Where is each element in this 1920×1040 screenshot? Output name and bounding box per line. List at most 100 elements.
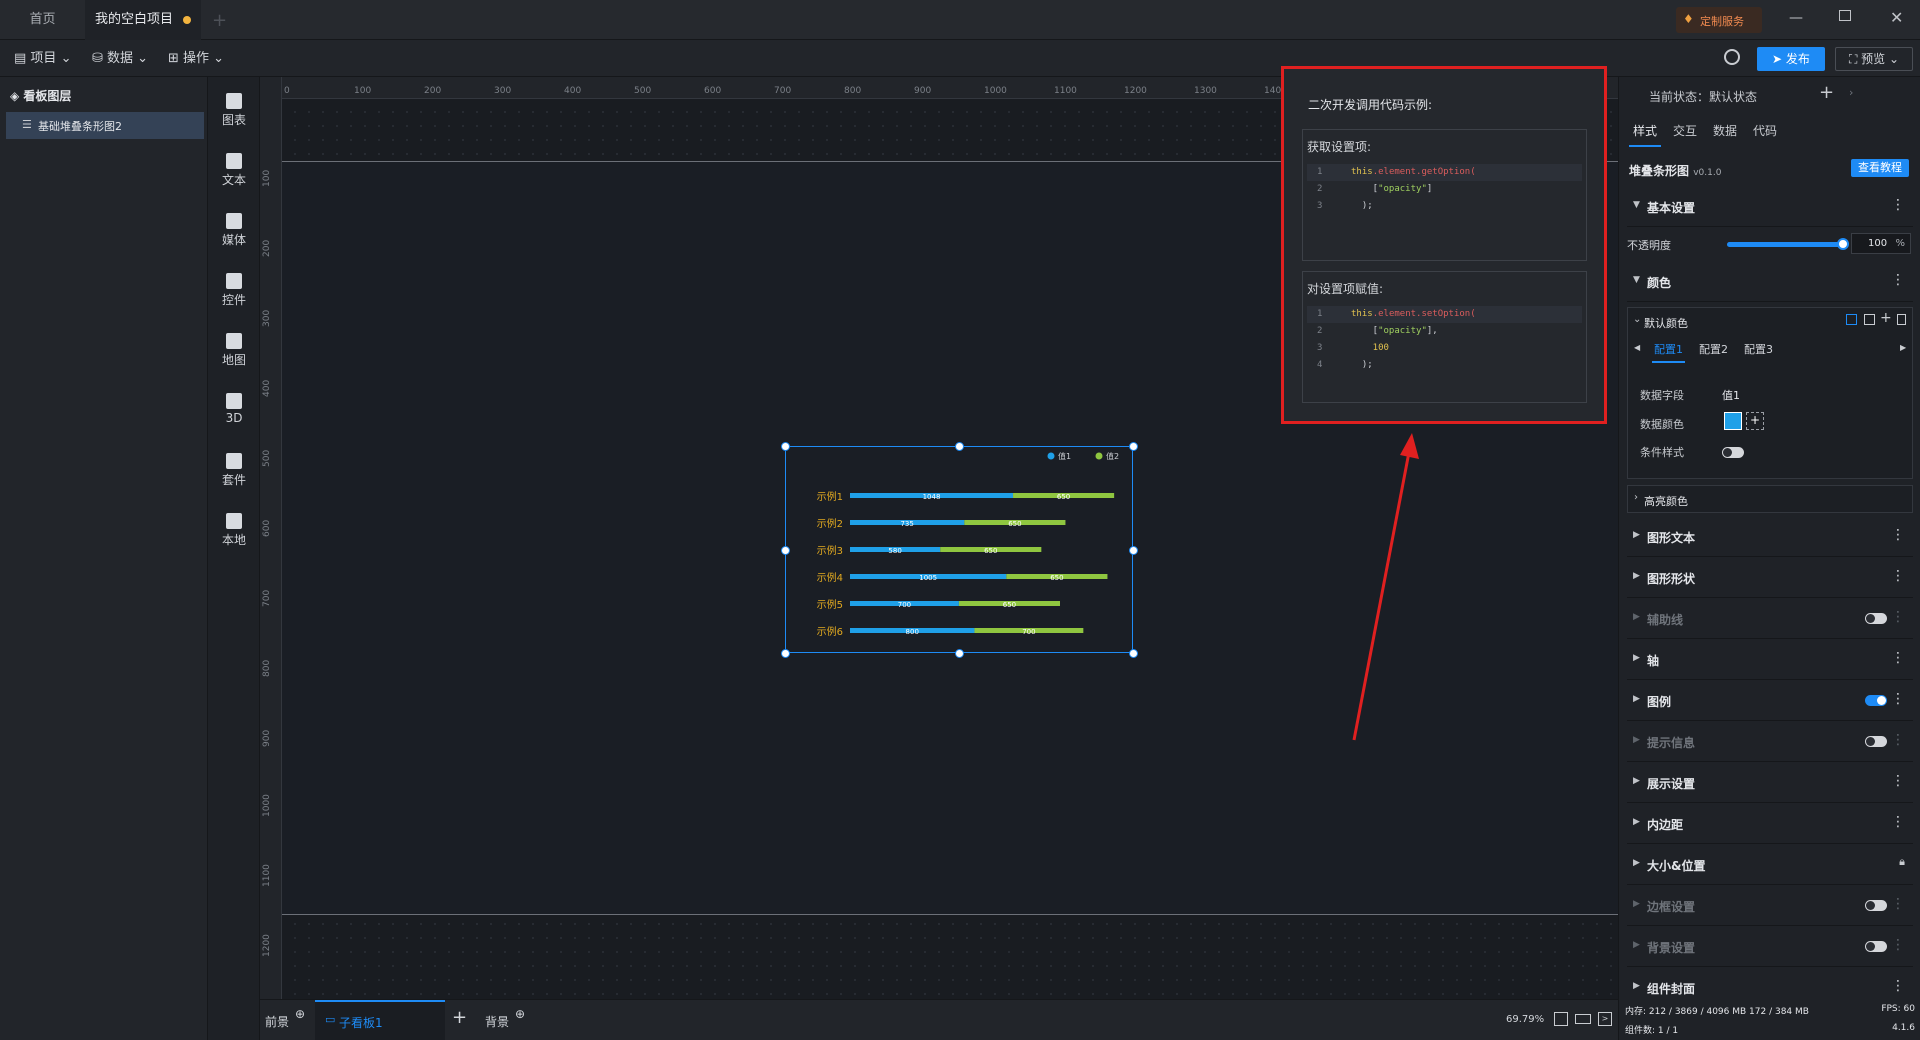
add-icon[interactable]: + bbox=[1880, 310, 1892, 326]
section-row[interactable]: ▶ 轴 ⋮ bbox=[1627, 640, 1913, 680]
section-toggle[interactable] bbox=[1865, 900, 1887, 911]
section-toggle[interactable] bbox=[1865, 941, 1887, 952]
section-toggle[interactable] bbox=[1865, 613, 1887, 624]
search-icon[interactable] bbox=[1724, 49, 1740, 65]
resize-handle[interactable] bbox=[781, 442, 790, 451]
menu-operate[interactable]: ⊞ 操作 ⌄ bbox=[168, 40, 224, 77]
section-row[interactable]: ▶ 图形形状 ⋮ bbox=[1627, 558, 1913, 598]
config-tab[interactable]: 配置1 bbox=[1652, 341, 1685, 363]
more-icon[interactable]: ⋮ bbox=[1891, 978, 1905, 994]
more-icon[interactable]: ⋮ bbox=[1891, 197, 1905, 213]
resize-handle[interactable] bbox=[1129, 442, 1138, 451]
resize-handle[interactable] bbox=[955, 649, 964, 658]
property-tab[interactable]: 交互 bbox=[1669, 122, 1701, 145]
tool-local[interactable]: 本地 bbox=[208, 507, 260, 557]
opacity-slider[interactable] bbox=[1727, 238, 1849, 250]
get-option-code[interactable]: 1 this.element.getOption(2 ["opacity"] 3 )… bbox=[1307, 164, 1582, 215]
add-color-button[interactable]: + bbox=[1746, 412, 1764, 430]
section-color[interactable]: ▼ 颜色 ⋮ bbox=[1627, 262, 1913, 302]
preview-button[interactable]: ⛶ 预览 ⌄ bbox=[1835, 47, 1913, 71]
more-icon[interactable]: ⋮ bbox=[1891, 814, 1905, 830]
highlight-color-row[interactable]: › 高亮颜色 bbox=[1627, 485, 1913, 513]
layout-icon[interactable] bbox=[1864, 314, 1875, 325]
legend-marker[interactable] bbox=[1047, 452, 1055, 460]
section-row[interactable]: ▶ 提示信息 ⋮ bbox=[1627, 722, 1913, 762]
color-swatch[interactable] bbox=[1724, 412, 1742, 430]
config-prev-icon[interactable]: ◀ bbox=[1634, 343, 1640, 352]
opacity-input[interactable]: 100 % bbox=[1851, 233, 1911, 254]
tool-bar-chart[interactable]: 图表 bbox=[208, 87, 260, 137]
legend-label[interactable]: 值2 bbox=[1106, 451, 1119, 461]
section-row[interactable]: ▶ 内边距 ⋮ bbox=[1627, 804, 1913, 844]
more-icon[interactable]: ⋮ bbox=[1891, 937, 1905, 953]
property-tab[interactable]: 数据 bbox=[1709, 122, 1741, 145]
condition-style-toggle[interactable] bbox=[1722, 447, 1744, 458]
tool-media[interactable]: 媒体 bbox=[208, 207, 260, 257]
set-option-code[interactable]: 1 this.element.setOption(2 ["opacity"], 3 … bbox=[1307, 306, 1582, 374]
tool-map[interactable]: 地图 bbox=[208, 327, 260, 377]
more-icon[interactable]: ⋮ bbox=[1891, 732, 1905, 748]
more-icon[interactable]: ⋮ bbox=[1891, 272, 1905, 288]
more-icon[interactable]: ⋮ bbox=[1891, 527, 1905, 543]
table-icon[interactable] bbox=[1846, 314, 1857, 325]
sub-board-tab[interactable]: ▭ 子看板1 bbox=[315, 1000, 445, 1040]
data-field-value[interactable]: 值1 bbox=[1722, 387, 1740, 403]
section-row[interactable]: ▶ 图例 ⋮ bbox=[1627, 681, 1913, 721]
more-icon[interactable]: ⋮ bbox=[1891, 773, 1905, 789]
config-next-icon[interactable]: ▶ bbox=[1900, 343, 1906, 352]
layer-item[interactable]: ☰ 基础堆叠条形图2 bbox=[6, 112, 204, 139]
keyboard-icon[interactable] bbox=[1575, 1014, 1591, 1024]
tutorial-button[interactable]: 查看教程 bbox=[1851, 159, 1909, 177]
service-button[interactable]: ♦ 定制服务 bbox=[1676, 7, 1762, 33]
front-layer-tab[interactable]: 前景 ⊕ bbox=[265, 1007, 305, 1030]
config-tab[interactable]: 配置3 bbox=[1742, 341, 1775, 361]
fit-screen-icon[interactable] bbox=[1554, 1012, 1568, 1026]
terminal-icon[interactable]: > bbox=[1598, 1012, 1612, 1026]
tool-cube[interactable]: 3D bbox=[208, 387, 260, 437]
tab-project[interactable]: 我的空白项目 bbox=[85, 0, 201, 40]
resize-handle[interactable] bbox=[1129, 545, 1138, 555]
section-row[interactable]: ▶ 展示设置 ⋮ bbox=[1627, 763, 1913, 803]
resize-handle[interactable] bbox=[781, 545, 790, 555]
new-tab-icon[interactable]: + bbox=[212, 10, 227, 31]
section-toggle[interactable] bbox=[1865, 695, 1887, 706]
section-row[interactable]: ▶ 大小&位置 🔒︎ bbox=[1627, 845, 1913, 885]
property-tab[interactable]: 代码 bbox=[1749, 122, 1781, 145]
section-row[interactable]: ▶ 边框设置 ⋮ bbox=[1627, 886, 1913, 926]
menu-data[interactable]: ⛁ 数据 ⌄ bbox=[92, 40, 148, 77]
more-icon[interactable]: ⋮ bbox=[1891, 568, 1905, 584]
legend-label[interactable]: 值1 bbox=[1058, 451, 1071, 461]
back-layer-tab[interactable]: 背景 ⊕ bbox=[485, 1007, 525, 1030]
resize-handle[interactable] bbox=[1129, 649, 1138, 658]
menu-project[interactable]: ▤ 项目 ⌄ bbox=[14, 40, 71, 77]
section-basic-settings[interactable]: ▼ 基本设置 ⋮ bbox=[1627, 187, 1913, 227]
more-icon[interactable]: ⋮ bbox=[1891, 896, 1905, 912]
section-toggle[interactable] bbox=[1865, 736, 1887, 747]
chevron-right-icon[interactable]: › bbox=[1849, 86, 1853, 99]
tab-home[interactable]: 首页 bbox=[0, 0, 85, 40]
opacity-slider-knob[interactable] bbox=[1837, 238, 1849, 250]
zoom-level[interactable]: 69.79% bbox=[1506, 1014, 1544, 1025]
resize-handle[interactable] bbox=[955, 442, 964, 451]
minimize-icon[interactable]: — bbox=[1789, 10, 1803, 26]
more-icon[interactable]: ⋮ bbox=[1891, 691, 1905, 707]
more-icon[interactable]: ⋮ bbox=[1891, 650, 1905, 666]
property-tab[interactable]: 样式 bbox=[1629, 122, 1662, 147]
lock-icon[interactable]: 🔒︎ bbox=[1899, 855, 1905, 869]
section-row[interactable]: ▶ 背景设置 ⋮ bbox=[1627, 927, 1913, 967]
resize-handle[interactable] bbox=[781, 649, 790, 658]
section-row[interactable]: ▶ 图形文本 ⋮ bbox=[1627, 517, 1913, 557]
legend-marker[interactable] bbox=[1095, 452, 1103, 460]
tool-kit[interactable]: 套件 bbox=[208, 447, 260, 497]
more-icon[interactable]: ⋮ bbox=[1891, 609, 1905, 625]
close-icon[interactable]: ✕ bbox=[1890, 8, 1903, 27]
tool-text[interactable]: 文本 bbox=[208, 147, 260, 197]
tool-widget[interactable]: 控件 bbox=[208, 267, 260, 317]
publish-button[interactable]: ➤ 发布 bbox=[1757, 47, 1825, 71]
trash-icon[interactable] bbox=[1897, 314, 1906, 325]
stacked-bar-chart[interactable]: 值1 值2 示例1 1048 650 示例2 735 650 示例3 580 650 示例4 1005 6… bbox=[781, 442, 1138, 658]
add-state-icon[interactable]: + bbox=[1819, 82, 1834, 103]
add-board-button[interactable]: + bbox=[452, 1007, 467, 1028]
config-tab[interactable]: 配置2 bbox=[1697, 341, 1730, 361]
section-row[interactable]: ▶ 辅助线 ⋮ bbox=[1627, 599, 1913, 639]
